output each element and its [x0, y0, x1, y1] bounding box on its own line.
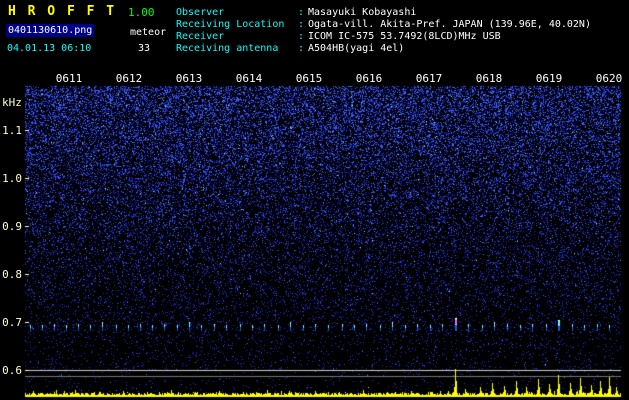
spectrogram-canvas: [0, 0, 629, 400]
freq-tick-label: 1.0: [2, 172, 22, 185]
freq-tick-label: 1.1: [2, 124, 22, 137]
info-value: Ogata-vill. Akita-Pref. JAPAN (139.96E, …: [308, 19, 591, 30]
info-value: ICOM IC-575 53.7492(8LCD)MHz USB: [308, 31, 501, 42]
freq-tick-label: 0.8: [2, 268, 22, 281]
time-tick-label: 0618: [475, 72, 503, 85]
output-filename: 0401130610.png: [6, 24, 95, 37]
info-value: Masayuki Kobayashi: [308, 7, 417, 18]
info-separator: :: [298, 7, 305, 18]
freq-tick-label: 0.9: [2, 220, 22, 233]
hrofft-window: H R O F F T 1.00 0401130610.png meteor 0…: [0, 0, 629, 400]
time-tick-label: 0614: [235, 72, 263, 85]
freq-tick-label: 0.6: [2, 364, 22, 377]
info-separator: :: [298, 19, 305, 30]
info-label: Observer: [176, 7, 225, 18]
info-value: A504HB(yagi 4el): [308, 43, 405, 54]
time-tick-label: 0613: [175, 72, 203, 85]
app-version: 1.00: [128, 6, 155, 19]
info-label: Receiver: [176, 31, 225, 42]
datetime-label: 04.01.13 06:10: [7, 43, 92, 54]
station-info-row: Receiver: ICOM IC-575 53.7492(8LCD)MHz US…: [176, 31, 591, 43]
mode-label: meteor: [130, 27, 167, 38]
info-separator: :: [298, 43, 305, 54]
time-tick-label: 0616: [355, 72, 383, 85]
info-label: Receiving antenna: [176, 43, 279, 54]
station-info-row: Receiving antenna: A504HB(yagi 4el): [176, 43, 591, 55]
station-info: Observer: Masayuki Kobayashi Receiving Loc…: [176, 7, 591, 55]
station-info-row: Receiving Location: Ogata-vill. Akita-Pre…: [176, 19, 591, 31]
freq-tick-label: 0.7: [2, 316, 22, 329]
time-tick-label: 0615: [295, 72, 323, 85]
station-info-row: Observer: Masayuki Kobayashi: [176, 7, 591, 19]
time-tick-label: 0612: [115, 72, 143, 85]
echo-count: 33: [138, 43, 151, 54]
info-separator: :: [298, 31, 305, 42]
app-title: H R O F F T: [8, 4, 117, 19]
time-tick-label: 0619: [535, 72, 563, 85]
freq-axis-unit: kHz: [2, 96, 22, 109]
time-tick-label: 0611: [55, 72, 83, 85]
time-tick-label: 0617: [415, 72, 443, 85]
info-label: Receiving Location: [176, 19, 285, 30]
time-tick-label: 0620: [595, 72, 623, 85]
